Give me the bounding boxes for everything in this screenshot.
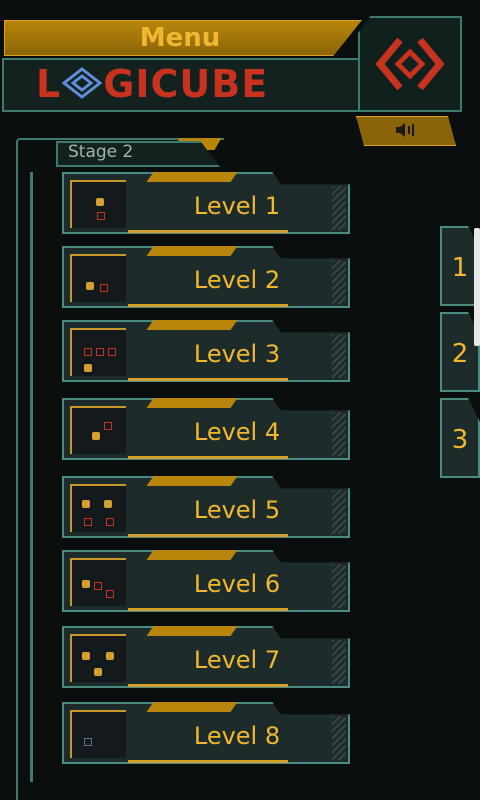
level-row-underline [128,456,288,459]
level-label: Level 1 [193,192,281,220]
level-row-gold-tab [146,702,238,712]
target-icon [84,348,92,356]
level-thumbnail [70,484,126,532]
level-thumbnail [70,254,126,302]
cube-icon [94,668,102,676]
level-row-stripes [332,186,346,230]
logo-title: L GICUBE [36,58,268,108]
level-thumbnail [70,634,126,682]
level-button-1[interactable]: Level 1 [62,172,350,234]
level-row-stripes [332,412,346,456]
logo-letters-gicube: GICUBE [103,62,269,106]
level-label: Level 3 [193,340,281,368]
logo-cube-icon [61,60,103,99]
stage-frame [16,138,224,800]
level-row-underline [128,534,288,537]
level-label: Level 7 [193,646,281,674]
level-button-6[interactable]: Level 6 [62,550,350,612]
level-row-underline [128,230,288,233]
target-icon [100,284,108,292]
cube-icon [82,580,90,588]
stage-label: Stage 2 [68,142,134,162]
level-row-stripes [332,564,346,608]
level-row-gold-tab [146,246,238,256]
level-button-5[interactable]: Level 5 [62,476,350,538]
target-icon [96,348,104,356]
level-row-gold-tab [146,172,238,182]
level-button-3[interactable]: Level 3 [62,320,350,382]
level-button-4[interactable]: Level 4 [62,398,350,460]
logo-letter-l: L [36,62,62,106]
cube-icon [82,652,90,660]
level-label: Level 8 [193,722,281,750]
stage-frame-inner-rail [30,172,39,782]
level-thumbnail [70,180,126,228]
level-thumbnail [70,558,126,606]
locked-pattern-icon [84,738,92,746]
level-row-underline [128,378,288,381]
cube-icon [96,198,104,206]
level-row-gold-tab [146,398,238,408]
target-icon [84,518,92,526]
level-thumbnail [70,328,126,376]
target-icon [94,582,102,590]
level-row-stripes [332,260,346,304]
target-icon [106,518,114,526]
target-icon [97,212,105,220]
sound-toggle-button[interactable] [356,116,456,146]
cube-icon [106,652,114,660]
level-row-gold-tab [146,550,238,560]
level-row-underline [128,760,288,763]
level-button-7[interactable]: Level 7 [62,626,350,688]
level-label: Level 5 [193,496,281,524]
scroll-indicator [474,228,480,346]
level-row-gold-tab [146,626,238,636]
level-row-gold-tab [146,320,238,330]
level-row-underline [128,304,288,307]
level-row-stripes [332,716,346,760]
level-row-stripes [332,640,346,684]
level-row-gold-tab [146,476,238,486]
level-thumbnail [70,406,126,454]
target-icon [108,348,116,356]
logo-emblem [358,16,462,112]
page-tab-3[interactable]: 3 [440,398,480,478]
cube-icon [104,500,112,508]
level-thumbnail [70,710,126,758]
speaker-icon [396,123,414,137]
diamond-logo-icon [375,37,445,91]
target-icon [104,422,112,430]
level-row-stripes [332,334,346,378]
level-row-underline [128,608,288,611]
level-label: Level 2 [193,266,281,294]
menu-button[interactable]: Menu [0,20,360,54]
cube-icon [82,500,90,508]
level-label: Level 4 [193,418,281,446]
cube-icon [92,432,100,440]
level-row-underline [128,684,288,687]
target-icon [106,590,114,598]
level-label: Level 6 [193,570,281,598]
level-button-8[interactable]: Level 8 [62,702,350,764]
cube-icon [84,364,92,372]
level-button-2[interactable]: Level 2 [62,246,350,308]
level-row-stripes [332,490,346,534]
cube-icon [86,282,94,290]
